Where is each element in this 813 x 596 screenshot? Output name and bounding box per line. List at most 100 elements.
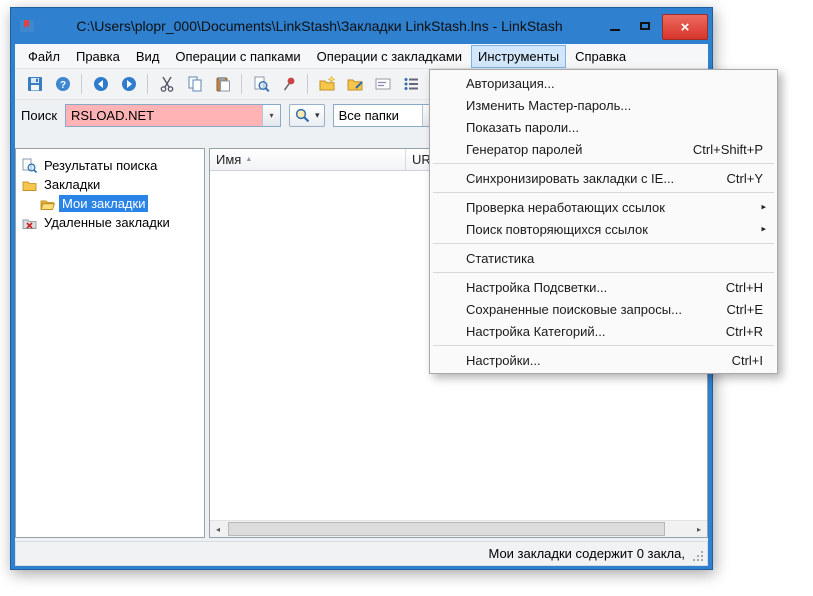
run-search-button[interactable]: ▾: [289, 103, 325, 127]
menu-separator: [433, 272, 774, 273]
toolbar-new-folder-button[interactable]: [313, 72, 340, 97]
maximize-button[interactable]: [632, 14, 658, 38]
menu-separator: [433, 243, 774, 244]
toolbar-save-button[interactable]: [21, 72, 48, 97]
menubar-item-folder-operations[interactable]: Операции с папками: [168, 45, 307, 68]
resize-grip[interactable]: [691, 549, 704, 562]
toolbar-pin-search-button[interactable]: [275, 72, 302, 97]
app-icon: [19, 18, 35, 34]
menubar-item-help[interactable]: Справка: [568, 45, 633, 68]
tools-menu-popup: Авторизация... Изменить Мастер-пароль...…: [429, 69, 778, 374]
menubar-item-edit[interactable]: Правка: [69, 45, 127, 68]
scroll-right-button[interactable]: ▸: [691, 521, 707, 537]
menu-item-saved-search-queries[interactable]: Сохраненные поисковые запросы... Ctrl+E: [432, 298, 775, 320]
menu-item-show-passwords[interactable]: Показать пароли...: [432, 116, 775, 138]
menu-item-find-duplicate-links[interactable]: Поиск повторяющихся ссылок ▸: [432, 218, 775, 240]
paste-icon: [216, 77, 230, 92]
menu-item-label: Проверка неработающих ссылок: [466, 199, 665, 215]
toolbar-edit-folder-button[interactable]: [341, 72, 368, 97]
menu-item-category-settings[interactable]: Настройка Категорий... Ctrl+R: [432, 320, 775, 342]
tree-item-label: Мои закладки: [59, 195, 149, 212]
search-scope-select[interactable]: Все папки ▾: [332, 103, 441, 127]
folder-icon: [22, 181, 37, 191]
menu-item-statistics[interactable]: Статистика: [432, 247, 775, 269]
scroll-left-button[interactable]: ◂: [210, 521, 226, 537]
window-title: C:\Users\plopr_000\Documents\LinkStash\З…: [76, 18, 563, 34]
find-icon: [254, 76, 270, 93]
column-label: Имя: [216, 152, 242, 167]
search-label: Поиск: [21, 107, 58, 123]
menu-item-settings[interactable]: Настройки... Ctrl+I: [432, 349, 775, 371]
toolbar-back-button[interactable]: [87, 72, 114, 97]
tree-item-my-bookmarks[interactable]: Мои закладки: [16, 194, 204, 213]
menubar-item-view[interactable]: Вид: [129, 45, 167, 68]
titlebar[interactable]: C:\Users\plopr_000\Documents\LinkStash\З…: [15, 8, 708, 44]
statusbar: Мои закладки содержит 0 закла,: [15, 541, 708, 566]
search-results-icon: [22, 158, 37, 173]
toolbar-help-button[interactable]: ?: [49, 72, 76, 97]
close-button[interactable]: ×: [662, 14, 708, 40]
tree-item-bookmarks[interactable]: Закладки: [16, 175, 204, 194]
new-folder-icon: [319, 75, 335, 91]
scroll-thumb[interactable]: [228, 522, 666, 536]
rename-icon: [375, 78, 390, 90]
svg-text:?: ?: [59, 80, 65, 91]
list-icon: [404, 78, 418, 90]
toolbar-forward-button[interactable]: [115, 72, 142, 97]
tree-item-label: Результаты поиска: [44, 158, 158, 173]
folder-tree-panel: Результаты поиска Закладки Мои закладки …: [15, 148, 205, 538]
caret-down-icon: ▾: [269, 110, 274, 120]
menu-item-shortcut: Ctrl+R: [725, 323, 763, 339]
toolbar-paste-button[interactable]: [209, 72, 236, 97]
menu-item-highlight-settings[interactable]: Настройка Подсветки... Ctrl+H: [432, 276, 775, 298]
menubar-item-tools[interactable]: Инструменты: [471, 44, 567, 68]
menu-item-authorization[interactable]: Авторизация...: [432, 72, 775, 94]
menu-separator: [433, 345, 774, 346]
scroll-left-icon: ◂: [215, 524, 220, 534]
menu-separator: [433, 163, 774, 164]
toolbar-separator: [241, 74, 242, 94]
toolbar-cut-button[interactable]: [153, 72, 180, 97]
menubar-item-file[interactable]: Файл: [21, 45, 67, 68]
horizontal-scrollbar[interactable]: ◂ ▸: [210, 520, 707, 537]
tree-item-label: Удаленные закладки: [44, 215, 170, 230]
menu-item-shortcut: Ctrl+I: [731, 352, 763, 368]
deleted-folder-icon: [22, 219, 37, 229]
tree-item-deleted-bookmarks[interactable]: Удаленные закладки: [16, 213, 204, 232]
search-input[interactable]: RSLOAD.NET ▾: [65, 103, 282, 127]
folder-edit-icon: [347, 79, 363, 91]
scroll-track[interactable]: [226, 521, 691, 537]
menu-item-shortcut: Ctrl+E: [726, 301, 763, 317]
menu-item-change-master-password[interactable]: Изменить Мастер-пароль...: [432, 94, 775, 116]
open-folder-icon: [40, 200, 55, 210]
menu-item-password-generator[interactable]: Генератор паролей Ctrl+Shift+P: [432, 138, 775, 160]
menu-item-check-broken-links[interactable]: Проверка неработающих ссылок ▸: [432, 196, 775, 218]
menu-item-sync-ie[interactable]: Синхронизировать закладки с IE... Ctrl+Y: [432, 167, 775, 189]
search-input-value[interactable]: RSLOAD.NET: [66, 104, 263, 126]
column-header-name[interactable]: Имя ▲: [210, 149, 406, 170]
toolbar-list-button[interactable]: [397, 72, 424, 97]
search-scope-value: Все папки: [338, 107, 399, 123]
menubar: Файл Правка Вид Операции с папками Опера…: [15, 44, 708, 69]
cut-icon: [160, 76, 173, 92]
toolbar-separator: [307, 74, 308, 94]
toolbar-find-button[interactable]: [247, 72, 274, 97]
search-icon: [295, 108, 310, 122]
toolbar-copy-button[interactable]: [181, 72, 208, 97]
minimize-button[interactable]: [602, 14, 628, 38]
help-icon: ?: [55, 77, 70, 91]
tree-item-search-results[interactable]: Результаты поиска: [16, 156, 204, 175]
pin-icon: [283, 77, 294, 91]
tree-item-label: Закладки: [44, 177, 101, 192]
submenu-arrow-icon: ▸: [761, 201, 766, 212]
search-dropdown-button[interactable]: ▾: [262, 104, 281, 126]
menu-item-label: Генератор паролей: [466, 141, 583, 157]
toolbar-rename-button[interactable]: [369, 72, 396, 97]
menu-item-label: Изменить Мастер-пароль...: [466, 97, 632, 113]
menubar-item-bookmark-operations[interactable]: Операции с закладками: [310, 45, 469, 68]
sort-ascending-icon: ▲: [245, 156, 253, 163]
copy-icon: [188, 76, 201, 92]
menu-item-label: Сохраненные поисковые запросы...: [466, 301, 682, 317]
menu-item-label: Настройка Категорий...: [466, 323, 606, 339]
menu-item-shortcut: Ctrl+Y: [726, 170, 763, 186]
